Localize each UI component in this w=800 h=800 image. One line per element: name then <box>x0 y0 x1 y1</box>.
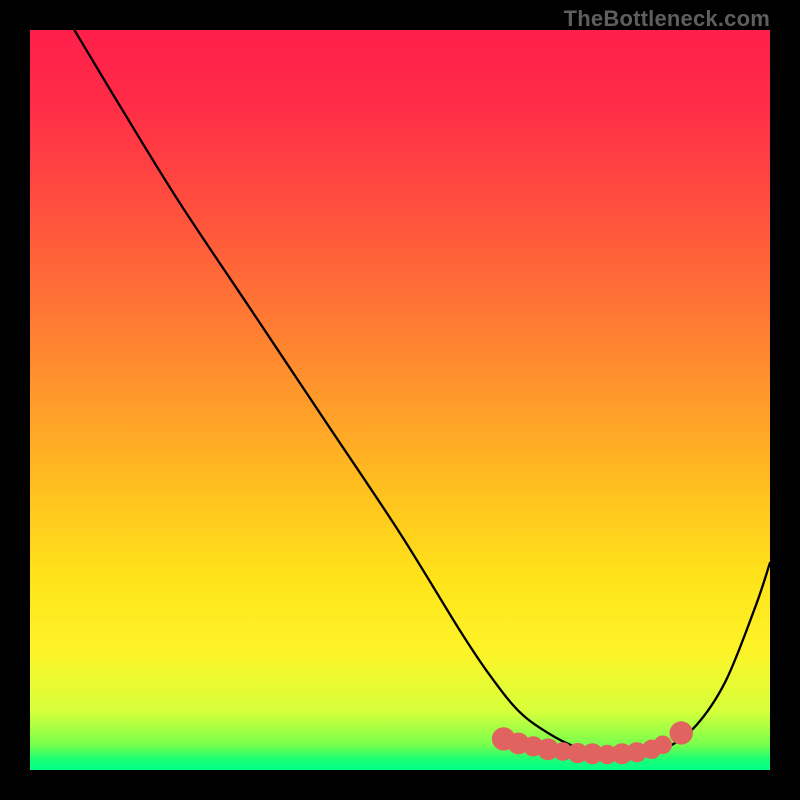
bottom-marker <box>653 736 672 755</box>
bottom-marker <box>670 721 693 744</box>
attribution-text: TheBottleneck.com <box>564 6 770 32</box>
chart-frame <box>30 30 770 770</box>
bottleneck-chart <box>30 30 770 770</box>
